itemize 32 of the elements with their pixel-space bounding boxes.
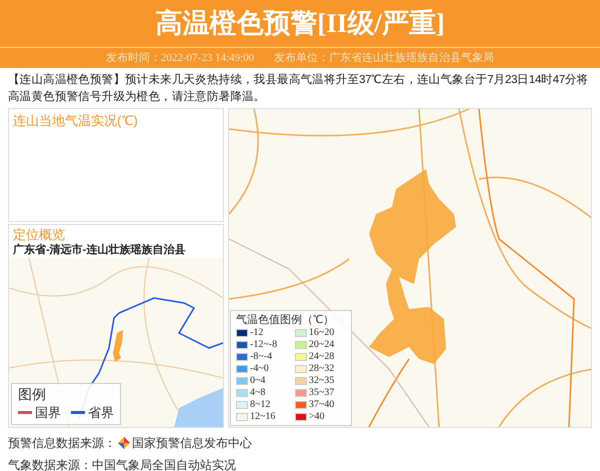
legend-label: 35~37 [308, 387, 334, 399]
legend-label: 16~20 [308, 327, 334, 339]
legend-label: 12~16 [250, 411, 276, 423]
legend-label: 国界 [35, 404, 61, 422]
legend-label: -4~0 [250, 363, 269, 375]
source-label: 气象数据来源：中国气象局全国自动站实况 [8, 457, 237, 471]
panel-title: 连山当地气温实况(℃) [13, 112, 139, 130]
legend-label: 0~4 [250, 375, 266, 387]
legend-label: 37~40 [308, 399, 334, 411]
warning-message: 【连山高温橙色预警】预计未来几天炎热持续，我县最高气温将升至37℃左右，连山气象台于7月23日14时47分将高温黄色预警信号升级为橙色，请注意防暑降温。 [7, 72, 590, 105]
legend-label: 20~24 [308, 339, 334, 351]
legend-title: 气温色值图例（℃） [236, 313, 335, 327]
source-label: 预警信息数据来源： [8, 435, 116, 452]
legend-label: -8~-4 [250, 351, 272, 363]
legend-label: 28~32 [308, 363, 334, 375]
region-path: 广东省-清远市-连山壮族瑶族自治县 [12, 243, 186, 258]
legend-label: -12 [250, 327, 264, 339]
legend-label: 24~28 [308, 351, 334, 363]
source-name: 国家预警信息发布中心 [132, 435, 252, 452]
legend-label: 32~35 [308, 375, 334, 387]
legend-title: 图例 [18, 386, 47, 402]
publisher: 发布单位：广东省连山壮族瑶族自治县气象局 [274, 50, 494, 66]
legend-label: 省界 [88, 404, 114, 422]
panel-title: 定位概览 [12, 226, 66, 243]
legend-label: -12~-8 [250, 339, 278, 351]
warning-title: 高温橙色预警[II级/严重] [155, 10, 445, 37]
temperature-map[interactable]: 气温色值图例（℃） -12 -12~-8 -8~-4 -4~0 0~4 4~8 8~12 12~16 16~20 20~24 24~28 28~32 32~35 35~37 37~40 >40 [228, 108, 592, 428]
legend-label: 4~8 [250, 387, 266, 399]
diamond-logo-icon [118, 437, 130, 449]
legend-label: 8~12 [250, 399, 270, 411]
publish-time: 发布时间：2022-07-23 14:49:00 [106, 50, 254, 66]
legend-label: >40 [308, 411, 324, 423]
